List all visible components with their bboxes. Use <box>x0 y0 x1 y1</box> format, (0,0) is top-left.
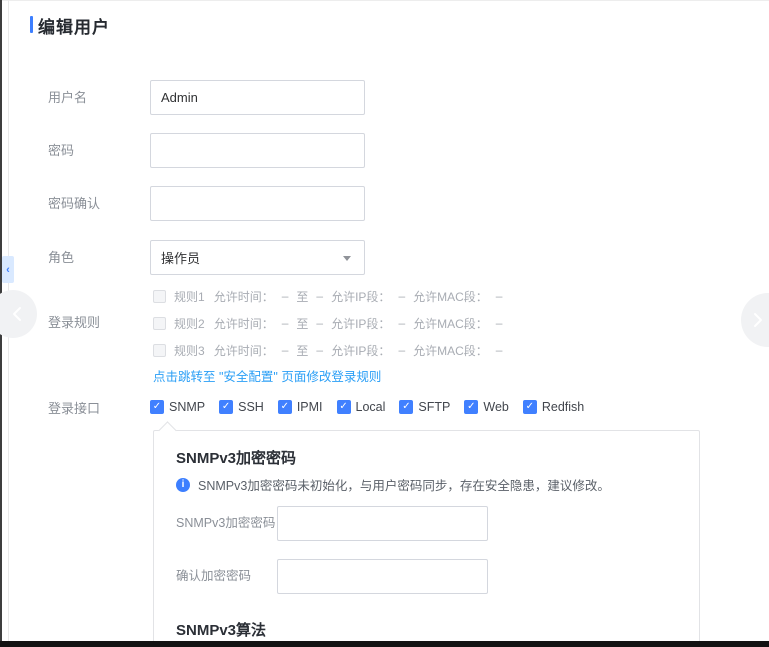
password-input[interactable] <box>150 133 365 168</box>
rule-to-word: 至 <box>296 315 308 332</box>
rule-ip-label: 允许IP段： <box>331 288 390 305</box>
checkbox-checked-icon: ✓ <box>278 400 292 414</box>
snmpv3-info-row: i SNMPv3加密密码未初始化，与用户密码同步，存在安全隐患，建议修改。 <box>176 475 610 494</box>
rule-time-label: 允许时间： <box>214 315 274 332</box>
login-interfaces-label: 登录接口 <box>48 402 100 416</box>
checkbox-checked-icon: ✓ <box>337 400 351 414</box>
snmpv3-password-input[interactable] <box>277 506 488 541</box>
sidebar-collapse-tab[interactable]: ‹ <box>2 256 14 283</box>
rule-time-label: 允许时间： <box>214 288 274 305</box>
rule-ip-value: – <box>398 289 405 303</box>
checkbox-checked-icon: ✓ <box>150 400 164 414</box>
role-selected-value: 操作员 <box>161 248 200 267</box>
rule-ip-value: – <box>398 343 405 357</box>
checkbox-checked-icon: ✓ <box>464 400 478 414</box>
interface-checkbox-ipmi[interactable]: ✓ IPMI <box>278 400 323 414</box>
rule-time-from: – <box>282 343 289 357</box>
chevron-right-icon <box>753 312 763 328</box>
title-accent-bar <box>30 16 33 33</box>
password-confirm-input[interactable] <box>150 186 365 221</box>
scroll-right-button[interactable] <box>741 293 769 347</box>
rule-time-from: – <box>282 316 289 330</box>
login-rule-row-2: 规则2 允许时间： – 至 – 允许IP段： – 允许MAC段： – <box>153 316 502 330</box>
rule-mac-label: 允许MAC段： <box>413 342 488 359</box>
rule-name: 规则3 <box>174 342 205 359</box>
rule-time-to: – <box>316 343 323 357</box>
rule-time-label: 允许时间： <box>214 342 274 359</box>
interface-checkbox-ssh[interactable]: ✓ SSH <box>219 400 264 414</box>
rule-name: 规则2 <box>174 315 205 332</box>
snmpv3-confirm-label: 确认加密密码 <box>176 569 251 583</box>
login-interfaces-row: ✓ SNMP ✓ SSH ✓ IPMI ✓ Local ✓ SFTP ✓ Web… <box>150 400 584 414</box>
rule-time-to: – <box>316 316 323 330</box>
interface-label: Local <box>356 400 386 414</box>
rule-mac-value: – <box>496 316 503 330</box>
rule-ip-label: 允许IP段： <box>331 342 390 359</box>
rule-name: 规则1 <box>174 288 205 305</box>
info-icon: i <box>176 478 190 492</box>
rule-mac-value: – <box>496 289 503 303</box>
rule-to-word: 至 <box>296 288 308 305</box>
interface-checkbox-redfish[interactable]: ✓ Redfish <box>523 400 584 414</box>
top-divider <box>0 0 769 1</box>
panel-notch-arrow <box>158 421 176 439</box>
chevron-left-icon: ‹ <box>6 264 10 276</box>
interface-label: SNMP <box>169 400 205 414</box>
dropdown-caret-icon <box>343 256 351 261</box>
interface-label: SFTP <box>418 400 450 414</box>
login-rule-row-3: 规则3 允许时间： – 至 – 允许IP段： – 允许MAC段： – <box>153 343 502 357</box>
role-select[interactable]: 操作员 <box>150 240 365 275</box>
rule-mac-label: 允许MAC段： <box>413 315 488 332</box>
snmpv3-algorithm-title: SNMPv3算法 <box>176 619 266 640</box>
rule-time-from: – <box>282 289 289 303</box>
rule-mac-value: – <box>496 343 503 357</box>
login-rules-block: 规则1 允许时间： – 至 – 允许IP段： – 允许MAC段： – 规则2 允… <box>153 289 502 370</box>
login-rules-label: 登录规则 <box>48 316 100 330</box>
rule-to-word: 至 <box>296 342 308 359</box>
username-label: 用户名 <box>48 91 87 105</box>
interface-label: Redfish <box>542 400 584 414</box>
interface-checkbox-local[interactable]: ✓ Local <box>337 400 386 414</box>
checkbox-checked-icon: ✓ <box>523 400 537 414</box>
interface-label: SSH <box>238 400 264 414</box>
interface-checkbox-snmp[interactable]: ✓ SNMP <box>150 400 205 414</box>
role-label: 角色 <box>48 251 74 265</box>
bottom-taskbar-edge <box>0 641 769 647</box>
rule-time-to: – <box>316 289 323 303</box>
goto-security-config-link[interactable]: 点击跳转至 "安全配置" 页面修改登录规则 <box>153 366 381 385</box>
snmpv3-password-label: SNMPv3加密密码 <box>176 516 275 530</box>
page-title: 编辑用户 <box>38 13 110 38</box>
edit-user-page: ‹ 编辑用户 用户名 密码 密码确认 角色 操作员 登录规则 规则1 允许时间：… <box>0 0 769 647</box>
login-rule-row-1: 规则1 允许时间： – 至 – 允许IP段： – 允许MAC段： – <box>153 289 502 303</box>
rule2-checkbox-unchecked[interactable] <box>153 317 166 330</box>
password-label: 密码 <box>48 144 74 158</box>
snmpv3-panel-title: SNMPv3加密密码 <box>176 447 296 468</box>
rule-ip-label: 允许IP段： <box>331 315 390 332</box>
rule-mac-label: 允许MAC段： <box>413 288 488 305</box>
checkbox-checked-icon: ✓ <box>219 400 233 414</box>
username-input[interactable] <box>150 80 365 115</box>
snmpv3-info-text: SNMPv3加密密码未初始化，与用户密码同步，存在安全隐患，建议修改。 <box>198 475 610 494</box>
rule3-checkbox-unchecked[interactable] <box>153 344 166 357</box>
interface-label: Web <box>483 400 508 414</box>
interface-label: IPMI <box>297 400 323 414</box>
password-confirm-label: 密码确认 <box>48 197 100 211</box>
interface-checkbox-web[interactable]: ✓ Web <box>464 400 508 414</box>
checkbox-checked-icon: ✓ <box>399 400 413 414</box>
scroll-left-button[interactable] <box>0 290 37 338</box>
interface-checkbox-sftp[interactable]: ✓ SFTP <box>399 400 450 414</box>
snmpv3-confirm-input[interactable] <box>277 559 488 594</box>
snmpv3-password-panel: SNMPv3加密密码 i SNMPv3加密密码未初始化，与用户密码同步，存在安全… <box>153 430 700 647</box>
rule-ip-value: – <box>398 316 405 330</box>
rule1-checkbox-unchecked[interactable] <box>153 290 166 303</box>
chevron-left-icon <box>12 306 22 322</box>
